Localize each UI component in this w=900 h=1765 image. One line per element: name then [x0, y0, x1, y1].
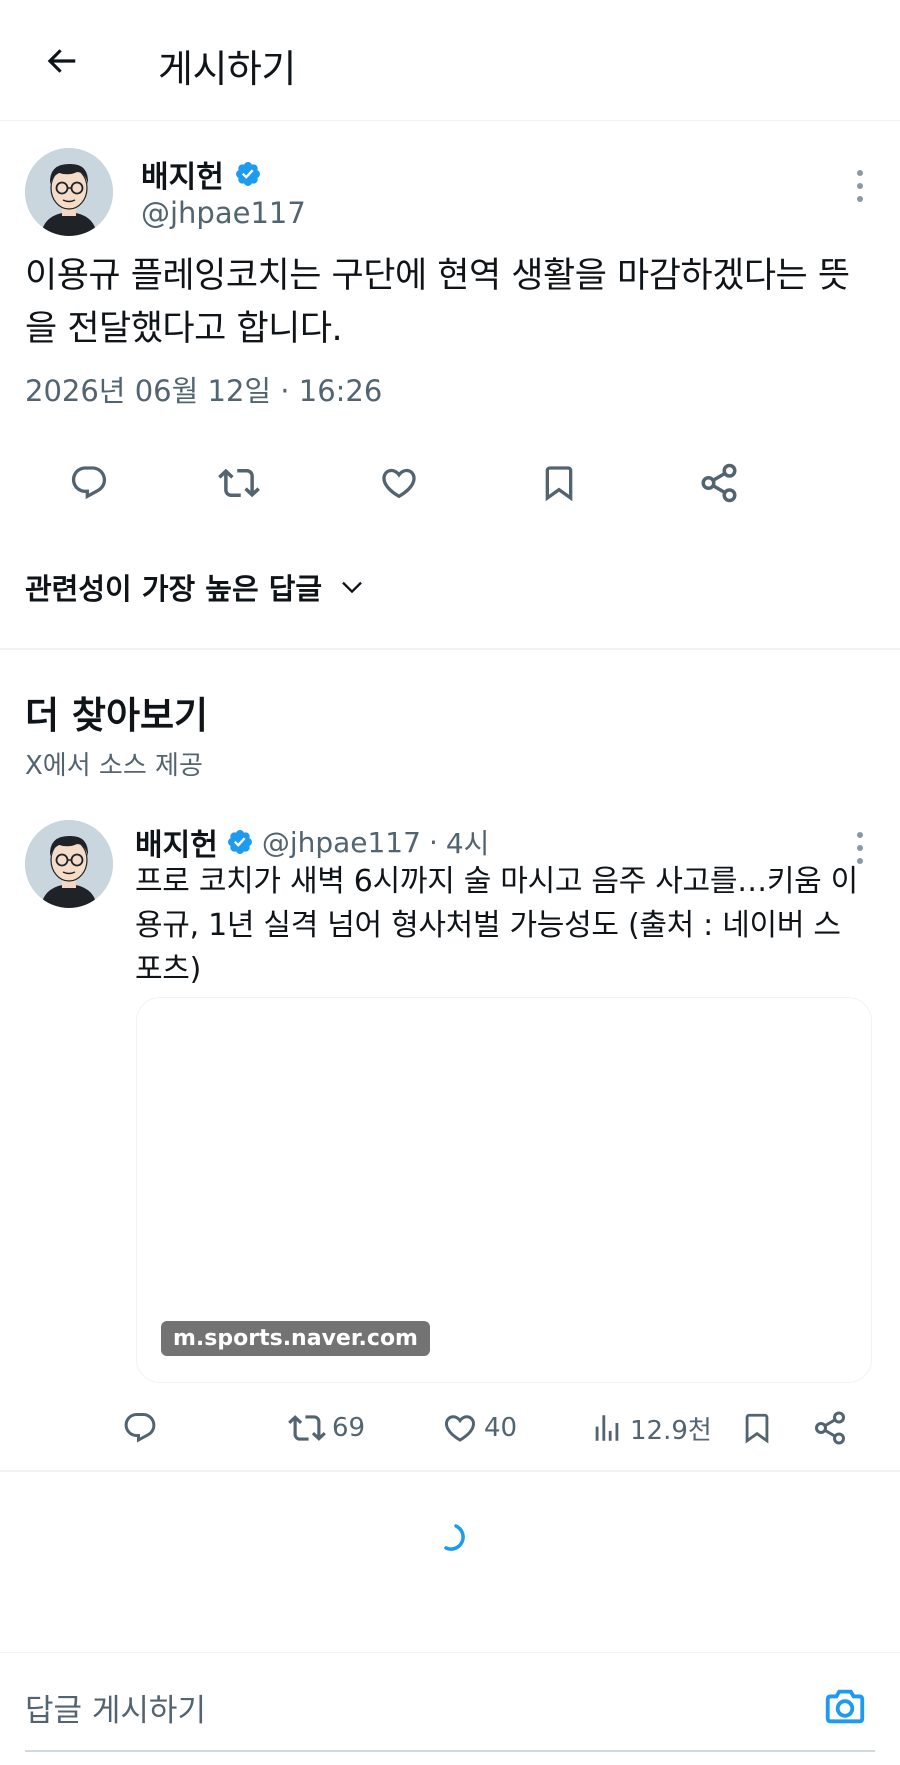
retweet-icon[interactable] — [214, 458, 264, 508]
related-author-name[interactable]: 배지헌 — [135, 820, 218, 864]
like-heart-icon[interactable] — [374, 458, 424, 508]
post-text: 이용규 플레잉코치는 구단에 현역 생활을 마감하겠다는 뜻을 전달했다고 합니… — [25, 256, 850, 349]
like-count: 40 — [484, 1413, 518, 1443]
more-options-icon[interactable] — [845, 166, 875, 206]
related-post-header: 배지헌 @jhpae117 · 4시 — [135, 820, 489, 864]
reply-button[interactable] — [122, 1404, 158, 1452]
post-author: 배지헌 @jhpae117 — [25, 148, 875, 238]
related-post-action-bar: 69 40 12.9천 — [124, 1404, 876, 1454]
replies-sort-dropdown[interactable]: 관련성이 가장 높은 답글 — [25, 566, 366, 608]
top-bar: 게시하기 — [0, 0, 900, 121]
retweet-button[interactable]: 69 — [288, 1404, 365, 1452]
chevron-down-icon — [342, 581, 362, 594]
views-button[interactable]: 12.9천 — [590, 1404, 712, 1452]
bookmark-icon — [745, 1413, 769, 1444]
discover-title: 더 찾아보기 — [25, 694, 209, 737]
avatar[interactable] — [25, 820, 113, 908]
reply-icon[interactable] — [64, 458, 114, 508]
separator-dot: · — [428, 825, 438, 859]
avatar[interactable] — [25, 148, 113, 236]
link-preview-card[interactable]: m.sports.naver.com — [136, 997, 872, 1383]
share-button[interactable] — [812, 1404, 848, 1452]
section-divider — [0, 1470, 900, 1472]
like-button[interactable]: 40 — [442, 1404, 517, 1452]
like-heart-icon — [444, 1415, 476, 1442]
reply-icon — [124, 1413, 156, 1443]
section-divider — [0, 648, 900, 650]
back-arrow-icon[interactable] — [36, 36, 86, 86]
related-author-handle[interactable]: @jhpae117 — [262, 826, 421, 859]
camera-icon[interactable] — [820, 1681, 870, 1731]
post-timestamp[interactable]: 2026년 06월 12일 · 16:26 — [25, 368, 382, 410]
page-title: 게시하기 — [158, 47, 296, 91]
discover-subtitle: X에서 소스 제공 — [25, 751, 203, 781]
reply-input[interactable]: 답글 게시하기 — [25, 1685, 206, 1730]
share-icon — [815, 1411, 845, 1445]
bookmark-button[interactable] — [740, 1404, 774, 1452]
author-name-text: 배지헌 — [141, 160, 224, 195]
bookmark-icon[interactable] — [534, 458, 584, 508]
replies-sort-label: 관련성이 가장 높은 답글 — [25, 572, 323, 606]
post-action-bar — [0, 450, 900, 516]
reply-input-underline — [25, 1750, 875, 1752]
retweet-count: 69 — [332, 1413, 366, 1443]
card-domain-label: m.sports.naver.com — [161, 1321, 430, 1356]
related-post-text: 프로 코치가 새벽 6시까지 술 마시고 음주 사고를…키움 이용규, 1년 실… — [135, 864, 858, 987]
reply-composer: 답글 게시하기 — [0, 1652, 900, 1765]
verified-badge-icon — [227, 830, 252, 854]
views-count: 12.9천 — [630, 1415, 712, 1446]
author-name[interactable]: 배지헌 — [141, 152, 262, 196]
retweet-icon — [288, 1415, 326, 1441]
loading-spinner-icon — [438, 1522, 468, 1552]
author-handle[interactable]: @jhpae117 — [141, 196, 306, 230]
related-post-time[interactable]: 4시 — [446, 822, 490, 862]
views-chart-icon — [595, 1415, 619, 1441]
verified-badge-icon — [235, 162, 260, 186]
share-icon[interactable] — [694, 458, 744, 508]
